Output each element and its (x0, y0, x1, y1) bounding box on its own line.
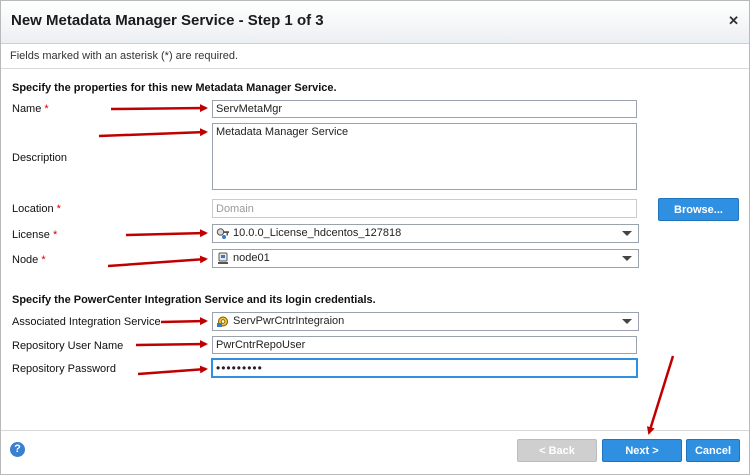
back-button: < Back (517, 439, 597, 462)
arrow-to-description (98, 128, 208, 138)
node-label: Node * (12, 254, 46, 266)
name-input[interactable] (212, 100, 637, 118)
integration-service-label: Associated Integration Service (12, 316, 161, 328)
section-integration-heading: Specify the PowerCenter Integration Serv… (12, 294, 376, 306)
node-select-value: node01 (233, 252, 270, 264)
arrow-to-repo-password (137, 365, 208, 376)
repo-user-label: Repository User Name (12, 340, 124, 352)
location-input (212, 199, 637, 218)
chevron-down-icon[interactable] (622, 256, 632, 261)
footer-divider (1, 430, 749, 431)
chevron-down-icon[interactable] (622, 231, 632, 236)
name-label: Name * (12, 103, 49, 115)
help-icon[interactable]: ? (10, 442, 25, 457)
arrow-to-name (110, 104, 208, 113)
node-select[interactable]: node01 (212, 249, 639, 268)
server-node-icon (216, 252, 230, 265)
arrow-to-node (107, 255, 208, 268)
license-select-value: 10.0.0_License_hdcentos_127818 (233, 227, 402, 239)
integration-service-select[interactable]: ServPwrCntrIntegraion (212, 312, 639, 331)
integration-service-icon (216, 315, 230, 328)
dialog-title: New Metadata Manager Service - Step 1 of… (11, 12, 324, 29)
arrow-to-license (125, 229, 208, 238)
browse-button[interactable]: Browse... (658, 198, 739, 221)
cancel-button[interactable]: Cancel (686, 439, 740, 462)
chevron-down-icon[interactable] (622, 319, 632, 324)
repo-user-input[interactable] (212, 336, 637, 354)
license-label: License * (12, 229, 58, 241)
section-properties-heading: Specify the properties for this new Meta… (12, 82, 337, 94)
next-button[interactable]: Next > (602, 439, 682, 462)
description-label: Description (12, 152, 68, 164)
license-select[interactable]: 10.0.0_License_hdcentos_127818 (212, 224, 639, 243)
new-metadata-manager-dialog: New Metadata Manager Service - Step 1 of… (0, 0, 750, 475)
header-divider (1, 68, 749, 69)
required-fields-hint: Fields marked with an asterisk (*) are r… (10, 50, 239, 62)
key-icon (216, 227, 230, 240)
location-label: Location * (12, 203, 61, 215)
arrow-to-integration-service (160, 317, 208, 326)
repo-password-input[interactable]: ••••••••• (211, 358, 638, 378)
description-textarea[interactable]: Metadata Manager Service (212, 123, 637, 190)
integration-service-value: ServPwrCntrIntegraion (233, 315, 345, 327)
dialog-titlebar: New Metadata Manager Service - Step 1 of… (1, 1, 749, 44)
close-icon[interactable]: ✕ (728, 13, 739, 29)
arrow-to-next (646, 355, 675, 435)
arrow-to-repo-user (135, 340, 208, 349)
repo-password-label: Repository Password (12, 363, 116, 375)
